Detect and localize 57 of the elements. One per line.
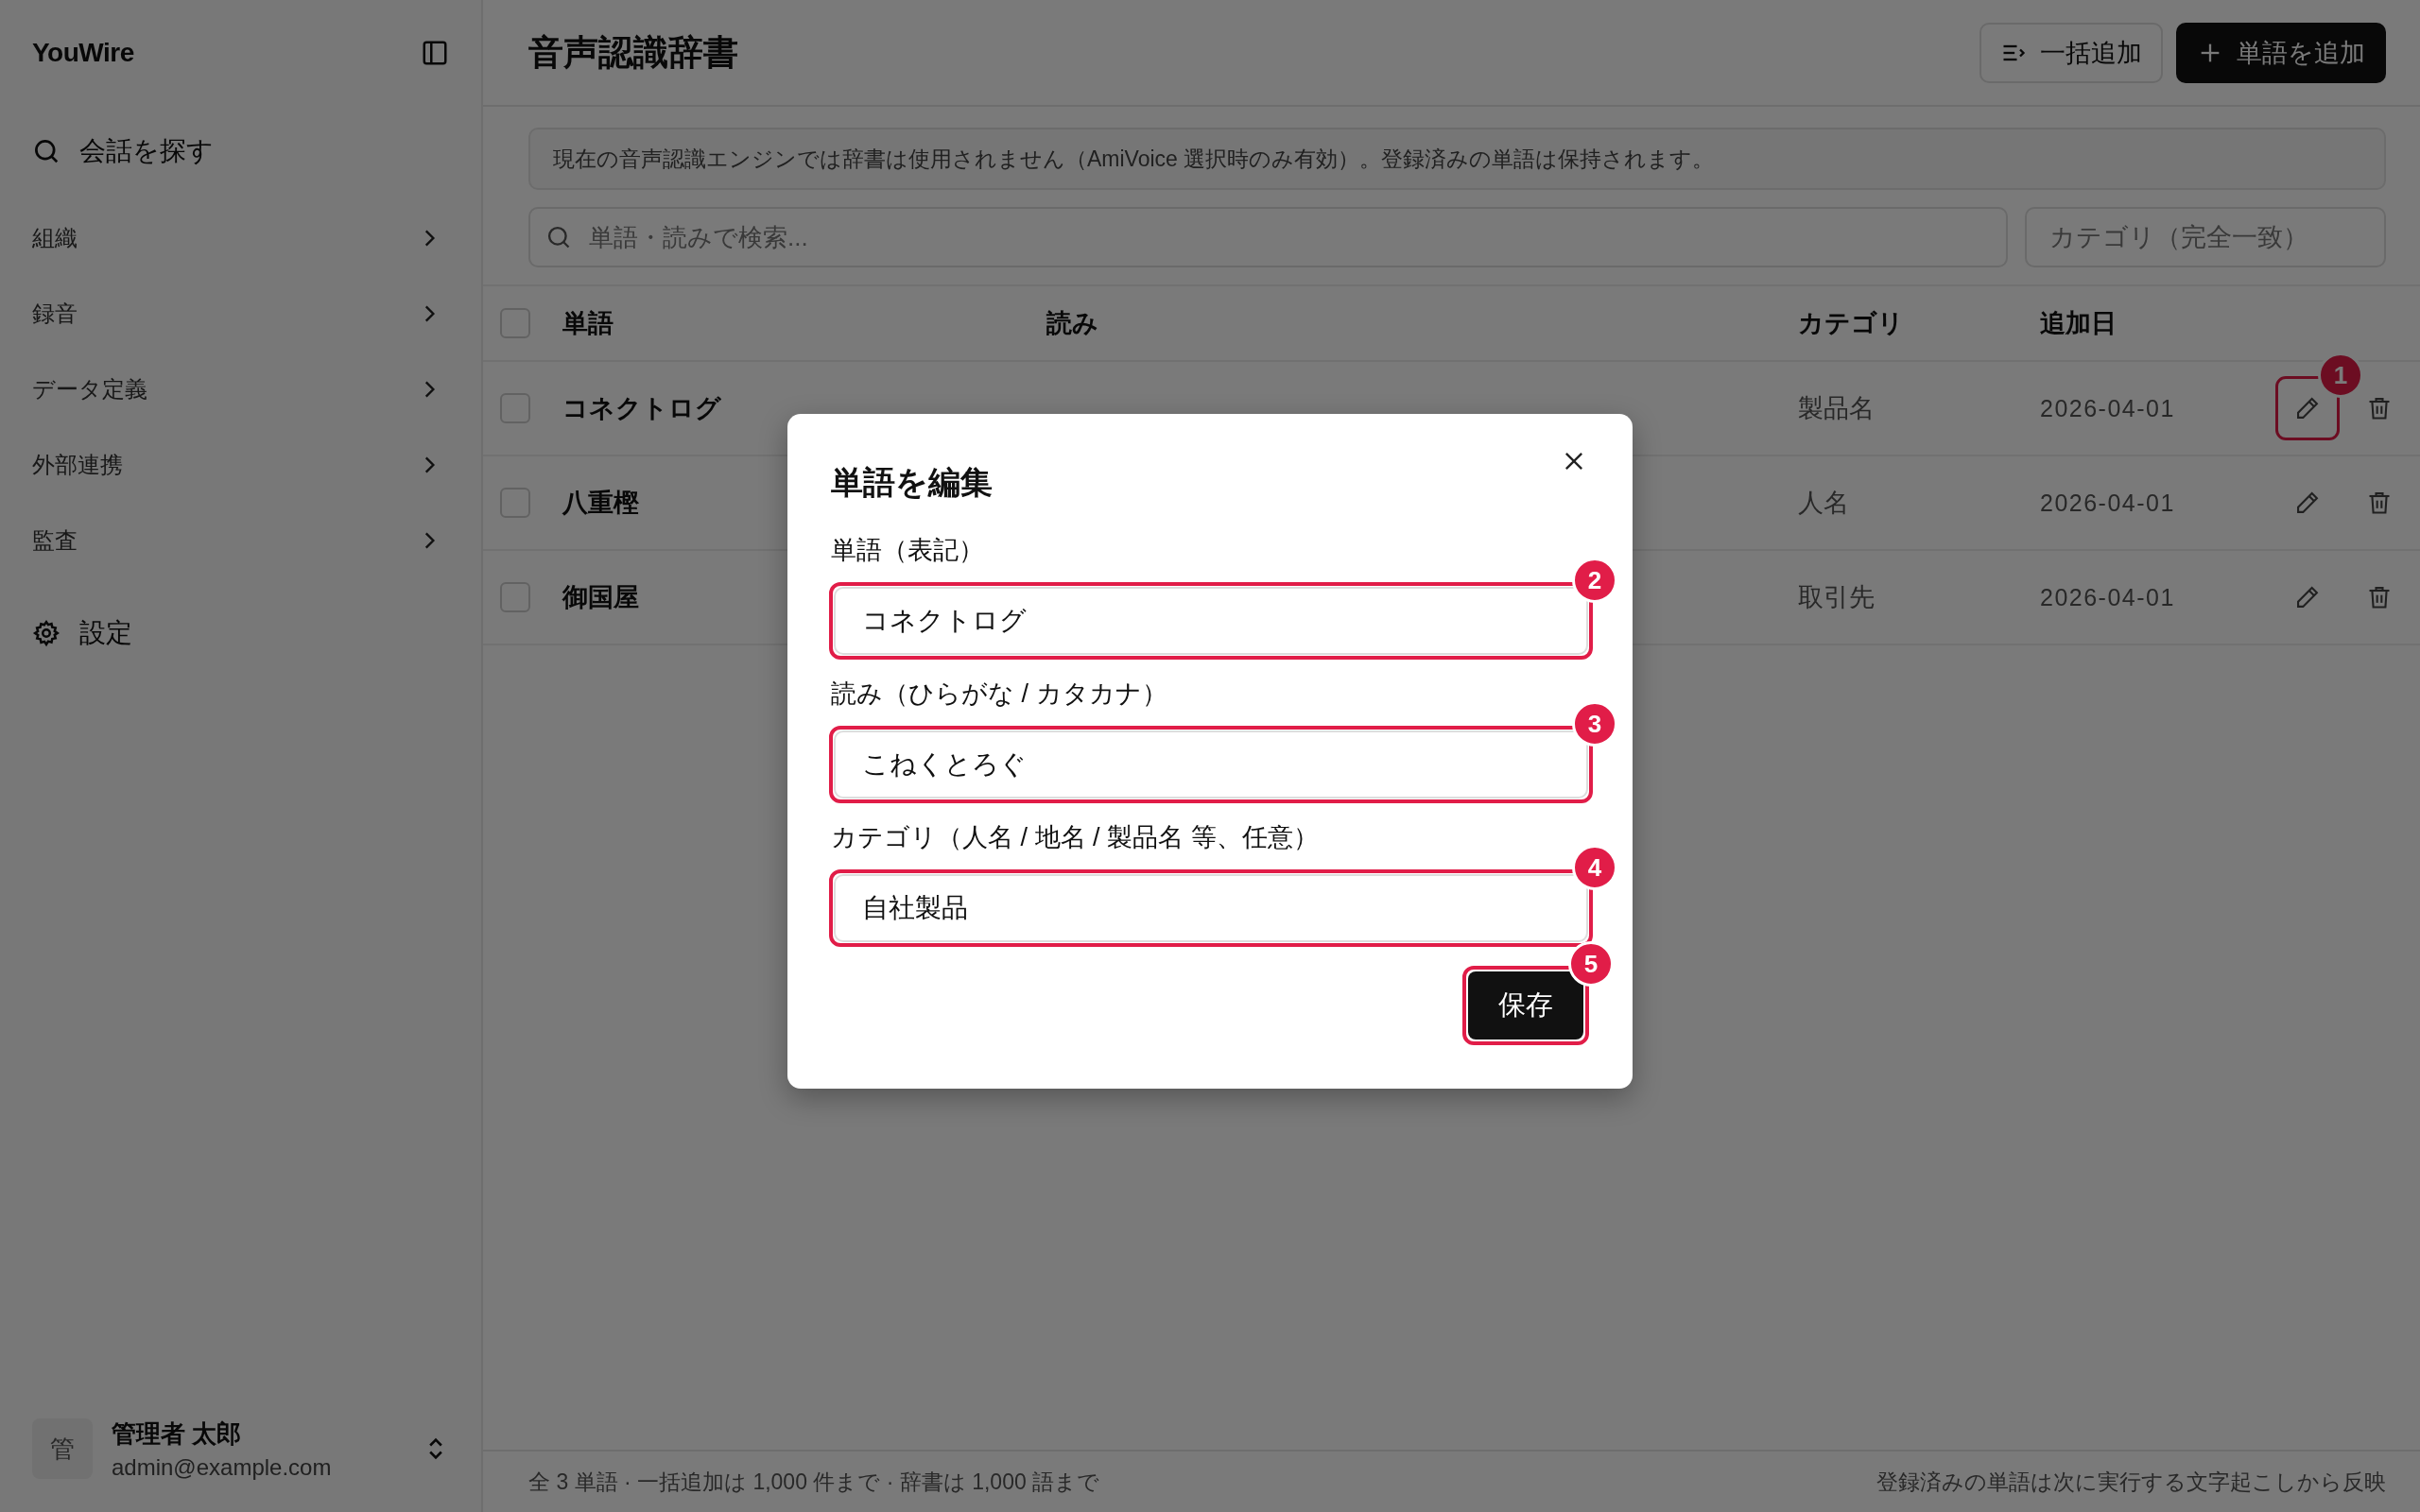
settings-icon [32,619,60,647]
dialog-title: 単語を編集 [831,463,993,502]
field-label: 単語（表記） [831,535,985,566]
callout-badge: 5 [1568,941,1614,987]
add-word-button[interactable]: 単語を追加 [2176,22,2386,83]
column-header: 読み [1046,308,1099,339]
pencil-icon [2294,584,2321,610]
column-header: カテゴリ [1798,308,1905,339]
column-header: 追加日 [2040,308,2118,339]
table-cell-text: コネクトログ [562,393,722,424]
input-field[interactable]: コネクトログ [834,587,1588,655]
nav-section[interactable]: 録音 [32,299,78,329]
callout-badge: 3 [1572,701,1617,747]
callout-badge: 4 [1572,845,1617,890]
search-nav-item[interactable]: 会話を探す [32,106,449,197]
user-name: 管理者 太郎 [112,1418,243,1450]
summary-text: 全 3 単語 · 一括追加は 1,000 件まで · 辞書は 1,000 語まで [528,1468,1100,1496]
row-checkbox[interactable] [500,393,530,423]
search-icon [545,224,572,250]
search-icon [32,137,60,165]
table-cell-text: 製品名 [1798,393,1876,424]
table-cell-text: 取引先 [1798,582,1876,613]
edit-button[interactable] [2278,379,2337,438]
nav-section[interactable]: 外部連携 [32,450,123,480]
user-avatar: 管 [32,1418,93,1479]
callout-badge: 1 [2318,352,2363,398]
search-field[interactable]: 単語・読みで検索... [528,207,2008,267]
table-cell-text: 2026-04-01 [2040,394,2176,422]
column-header: 単語 [562,308,614,339]
save-button[interactable]: 保存 [1468,971,1583,1040]
table-cell-text: 2026-04-01 [2040,583,2176,611]
brand-name: YouWire [32,38,134,68]
input-field[interactable]: 自社製品 [834,874,1588,942]
footer-note: 登録済みの単語は次に実行する文字起こしから反映 [1876,1468,2386,1496]
pencil-icon [2294,490,2321,516]
table-cell-text: 2026-04-01 [2040,489,2176,517]
table-cell-text: 八重樫 [562,488,640,519]
category-filter-field[interactable]: カテゴリ（完全一致） [2025,207,2386,267]
select-all-checkbox[interactable] [500,308,530,338]
nav-section[interactable]: 組織 [32,223,78,253]
table-cell-text: 御国屋 [562,582,640,613]
row-checkbox[interactable] [500,582,530,612]
table-cell-text: 人名 [1798,488,1850,519]
field-label: 読み（ひらがな / カタカナ） [831,679,1168,710]
row-checkbox[interactable] [500,488,530,518]
bulk-add-button[interactable]: 一括追加 [1979,22,2163,83]
page-title: 音声認識辞書 [528,31,738,74]
callout-badge: 2 [1572,558,1617,603]
nav-section[interactable]: データ定義 [32,374,147,404]
settings-nav-item[interactable]: 設定 [32,588,449,679]
field-label: カテゴリ（人名 / 地名 / 製品名 等、任意） [831,822,1320,853]
nav-section[interactable]: 監査 [32,525,78,556]
pencil-icon [2294,395,2321,421]
input-field[interactable]: こねくとろぐ [834,730,1588,799]
user-email: admin@example.com [112,1453,333,1481]
notice-banner: 現在の音声認識エンジンでは辞書は使用されません（AmiVoice 選択時のみ有効）。登録済みの単語は保持されます。 [528,128,2386,190]
sidebar-toggle-icon[interactable] [421,39,449,67]
